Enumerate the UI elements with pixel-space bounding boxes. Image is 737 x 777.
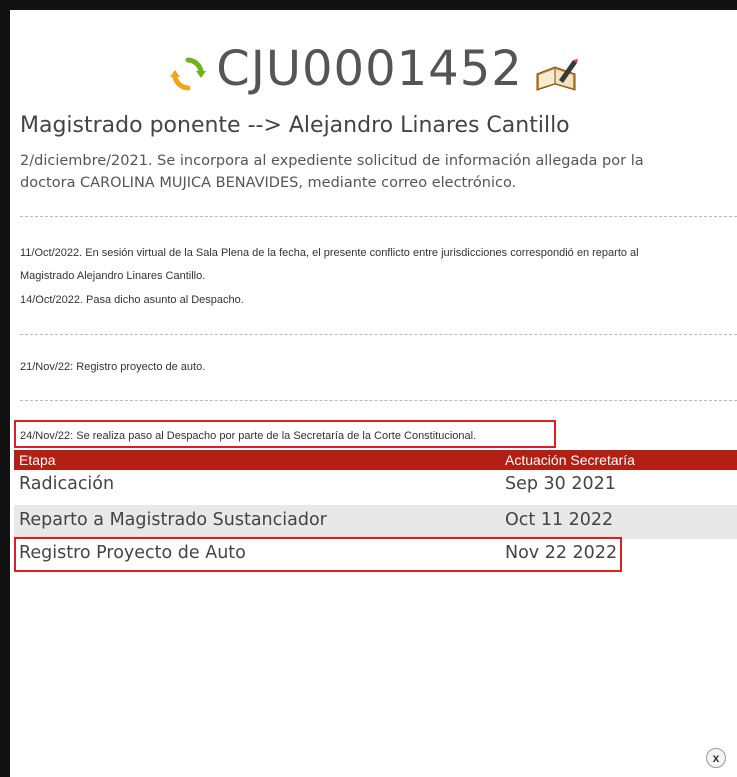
note-despacho: 14/Oct/2022. Pasa dicho asunto al Despac… <box>20 294 244 306</box>
book-edit-icon[interactable] <box>533 54 579 96</box>
case-detail-modal: CJU0001452 Magistrado ponente --> Alejan… <box>0 0 737 777</box>
case-id-title: CJU0001452 <box>216 41 523 97</box>
table-row: Reparto a Magistrado Sustanciador Oct 11… <box>14 505 737 539</box>
stage-date: Oct 11 2022 <box>505 510 614 530</box>
stage-name: Reparto a Magistrado Sustanciador <box>19 510 327 530</box>
magistrate-ponente: Magistrado ponente --> Alejandro Linares… <box>20 113 570 138</box>
stages-table-header: Etapa Actuación Secretaría <box>14 450 737 470</box>
note-reparto-line1: 11/Oct/2022. En sesión virtual de la Sal… <box>20 247 639 259</box>
highlight-box-note <box>14 420 556 448</box>
separator <box>20 216 737 217</box>
separator <box>20 334 737 335</box>
stage-name: Radicación <box>19 474 115 494</box>
close-button[interactable]: x <box>706 748 726 768</box>
note-reparto-line2: Magistrado Alejandro Linares Cantillo. <box>20 270 206 282</box>
modal-top-border <box>0 0 737 10</box>
stage-date: Sep 30 2021 <box>505 474 616 494</box>
refresh-icon[interactable] <box>168 54 208 94</box>
table-row: Radicación Sep 30 2021 <box>14 469 737 503</box>
highlight-box-row <box>14 537 622 572</box>
modal-left-border <box>0 0 10 777</box>
column-header-actuacion: Actuación Secretaría <box>505 452 635 468</box>
column-header-etapa: Etapa <box>19 452 56 468</box>
close-icon: x <box>712 751 720 765</box>
case-header: CJU0001452 <box>10 36 737 102</box>
note-registro: 21/Nov/22: Registro proyecto de auto. <box>20 361 206 373</box>
separator <box>20 400 737 401</box>
latest-note: 2/diciembre/2021. Se incorpora al expedi… <box>20 153 644 191</box>
